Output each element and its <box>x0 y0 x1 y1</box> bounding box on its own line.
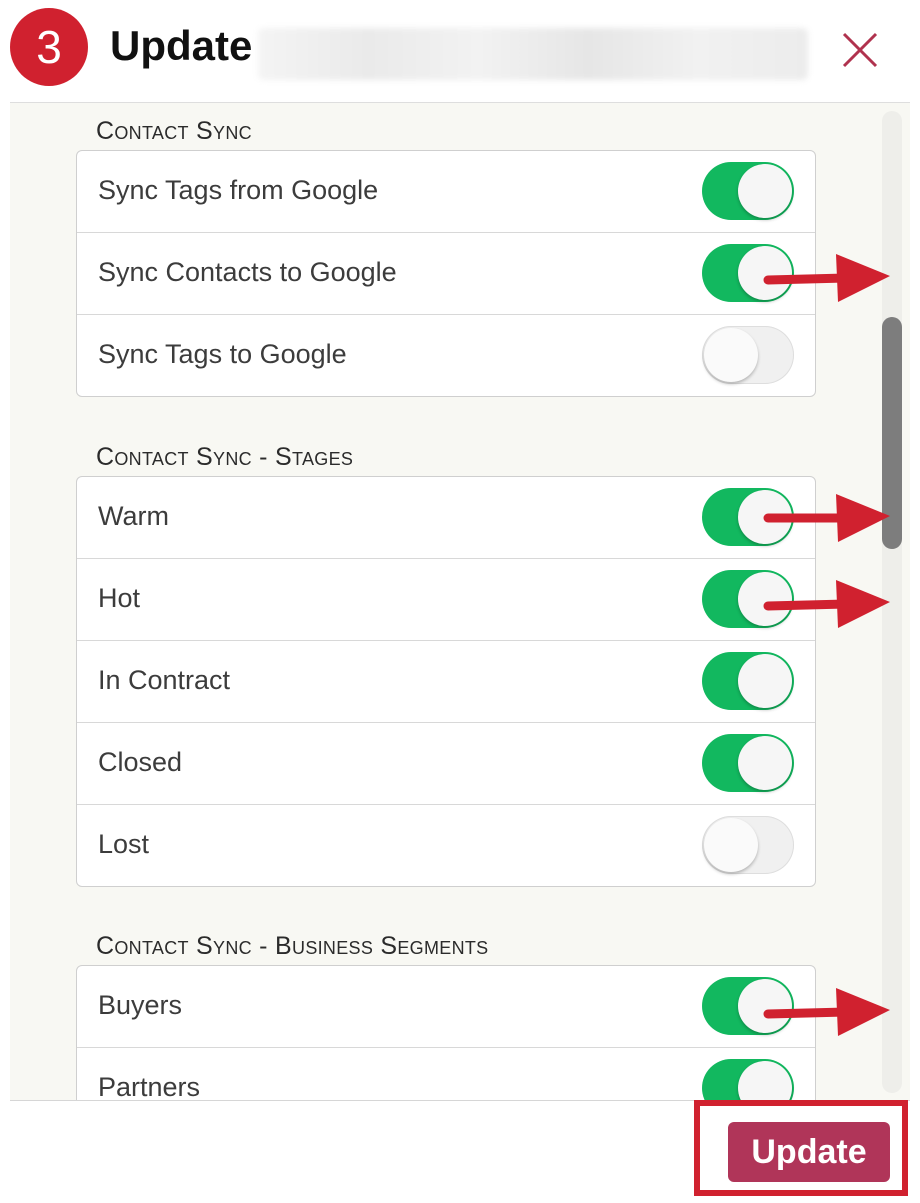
redacted-name <box>258 28 808 80</box>
setting-label: Warm <box>98 501 169 531</box>
toggle-sync-tags-to-google[interactable] <box>702 326 794 384</box>
setting-row-lost: Lost <box>77 805 815 886</box>
setting-label: In Contract <box>98 665 231 695</box>
dialog-header: 3 Update <box>10 0 910 103</box>
dialog-body: Contact Sync Sync Tags from Google Sync … <box>10 103 910 1100</box>
settings-group-stages: Warm Hot In Contract Closed Lost <box>76 476 816 887</box>
toggle-knob <box>738 736 792 790</box>
dialog-title: Update <box>110 22 253 69</box>
toggle-warm[interactable] <box>702 488 794 546</box>
dialog-footer: Update <box>10 1100 910 1203</box>
toggle-in-contract[interactable] <box>702 652 794 710</box>
toggle-knob <box>738 979 792 1033</box>
setting-label: Sync Tags to Google <box>98 339 347 369</box>
step-number-badge: 3 <box>10 8 88 86</box>
setting-label: Buyers <box>98 990 183 1020</box>
setting-row-warm: Warm <box>77 477 815 559</box>
setting-row-hot: Hot <box>77 559 815 641</box>
toggle-hot[interactable] <box>702 570 794 628</box>
setting-row-sync-tags-to-google: Sync Tags to Google <box>77 315 815 396</box>
toggle-knob <box>738 164 792 218</box>
update-button[interactable]: Update <box>728 1122 890 1182</box>
close-button[interactable] <box>836 26 884 74</box>
toggle-knob <box>738 490 792 544</box>
setting-row-partners: Partners <box>77 1048 815 1100</box>
section-title-contact-sync: Contact Sync <box>96 117 252 145</box>
section-title-contact-sync-stages: Contact Sync - Stages <box>96 443 354 471</box>
section-title-business-segments: Contact Sync - Business Segments <box>96 932 489 960</box>
toggle-knob <box>704 328 758 382</box>
setting-label: Hot <box>98 583 141 613</box>
close-icon <box>842 32 878 68</box>
setting-row-sync-contacts-to-google: Sync Contacts to Google <box>77 233 815 315</box>
toggle-lost[interactable] <box>702 816 794 874</box>
toggle-knob <box>738 246 792 300</box>
settings-group-contact-sync: Sync Tags from Google Sync Contacts to G… <box>76 150 816 397</box>
setting-row-sync-tags-from-google: Sync Tags from Google <box>77 151 815 233</box>
scrollbar-track[interactable] <box>882 111 902 1093</box>
toggle-partners[interactable] <box>702 1059 794 1100</box>
setting-row-closed: Closed <box>77 723 815 805</box>
toggle-knob <box>704 818 758 872</box>
setting-row-in-contract: In Contract <box>77 641 815 723</box>
setting-label: Partners <box>98 1072 201 1100</box>
toggle-buyers[interactable] <box>702 977 794 1035</box>
setting-row-buyers: Buyers <box>77 966 815 1048</box>
update-dialog: 3 Update Contact Sync Sync Tags from Goo… <box>10 0 910 1203</box>
settings-group-business-segments: Buyers Partners <box>76 965 816 1100</box>
toggle-sync-tags-from-google[interactable] <box>702 162 794 220</box>
toggle-knob <box>738 572 792 626</box>
setting-label: Sync Contacts to Google <box>98 257 397 287</box>
toggle-knob <box>738 1061 792 1100</box>
setting-label: Sync Tags from Google <box>98 175 379 205</box>
toggle-knob <box>738 654 792 708</box>
toggle-closed[interactable] <box>702 734 794 792</box>
toggle-sync-contacts-to-google[interactable] <box>702 244 794 302</box>
setting-label: Closed <box>98 747 183 777</box>
scrollbar-thumb[interactable] <box>882 317 902 549</box>
setting-label: Lost <box>98 829 150 859</box>
